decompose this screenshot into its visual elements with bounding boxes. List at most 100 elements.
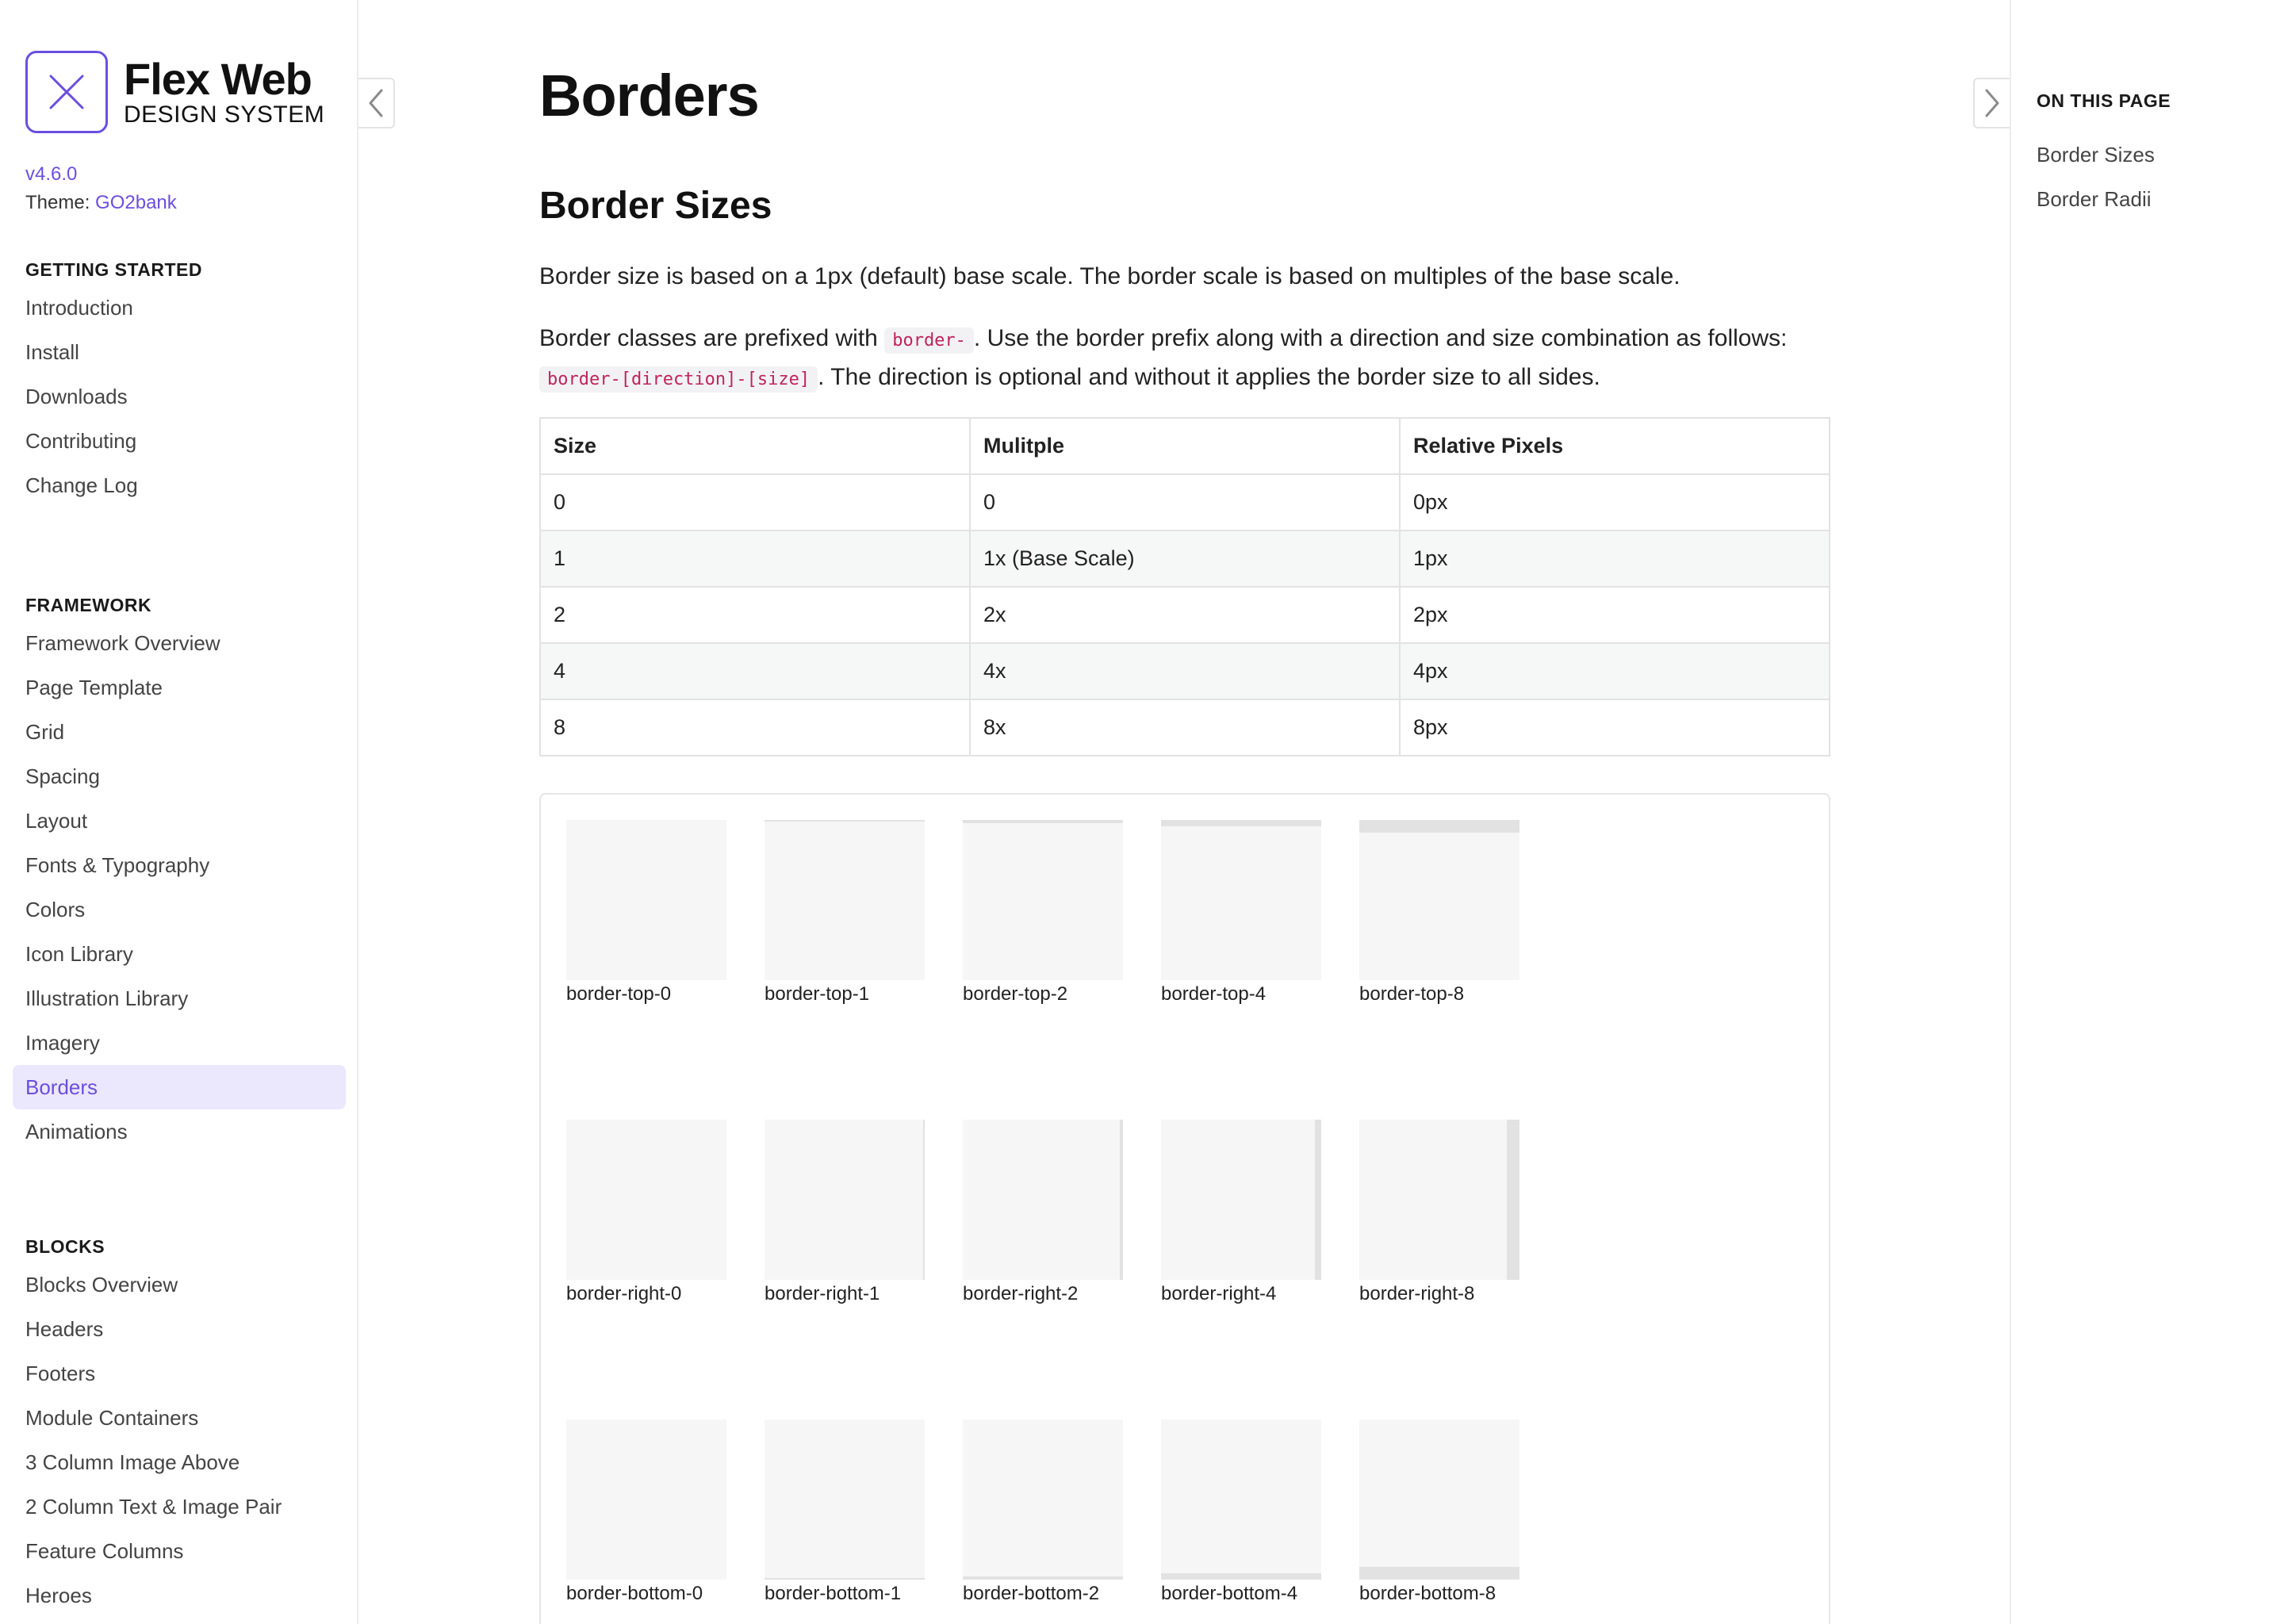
- sidebar-item-heroes[interactable]: Heroes: [13, 1573, 346, 1618]
- swatch-border-bottom-8: border-bottom-8: [1359, 1419, 1519, 1605]
- swatch-label: border-bottom-1: [765, 1583, 902, 1604]
- swatch-label: border-bottom-2: [963, 1583, 1100, 1604]
- prefix-code: border-: [884, 327, 974, 354]
- prefix-text-3: . The direction is optional and without …: [818, 364, 1600, 390]
- table-cell: 4x: [969, 642, 1401, 700]
- next-page-button[interactable]: [1973, 78, 2010, 128]
- swatch-border-bottom-0: border-bottom-0: [566, 1419, 726, 1605]
- chevron-left-icon: [369, 89, 383, 117]
- swatch-label: border-top-2: [963, 983, 1068, 1005]
- swatch-border-right-0: border-right-0: [566, 1120, 726, 1305]
- table-cell: 2x: [969, 586, 1401, 644]
- theme-line: Theme: GO2bank: [25, 192, 177, 214]
- swatch-box: [765, 820, 925, 980]
- table-cell: 2: [539, 586, 971, 644]
- swatch-label: border-bottom-8: [1359, 1583, 1496, 1604]
- table-cell: 1x (Base Scale): [969, 530, 1401, 588]
- swatch-row-top: border-top-0 border-top-1 border-top-2 b…: [566, 820, 1558, 1005]
- swatch-border-bottom-4: border-bottom-4: [1161, 1419, 1321, 1605]
- sidebar-item-footers[interactable]: Footers: [13, 1351, 346, 1396]
- swatch-row-bottom: border-bottom-0 border-bottom-1 border-b…: [566, 1419, 1558, 1605]
- swatch-label: border-right-4: [1161, 1283, 1277, 1304]
- prev-page-button[interactable]: [358, 78, 395, 128]
- pattern-code: border-[direction]-[size]: [539, 366, 818, 393]
- sidebar-item-grid[interactable]: Grid: [13, 710, 346, 754]
- sidebar-item-imagery[interactable]: Imagery: [13, 1021, 346, 1065]
- border-sizes-table: Size Mulitple Relative Pixels 0 0 0px 1 …: [539, 417, 1830, 756]
- swatch-box: [566, 1120, 726, 1280]
- swatch-label: border-bottom-0: [566, 1583, 703, 1604]
- sidebar-item-contributing[interactable]: Contributing: [13, 419, 346, 463]
- swatch-row-right: border-right-0 border-right-1 border-rig…: [566, 1120, 1558, 1305]
- sidebar-item-animations[interactable]: Animations: [13, 1109, 346, 1154]
- swatch-label: border-bottom-4: [1161, 1583, 1298, 1604]
- sidebar-item-fonts-typography[interactable]: Fonts & Typography: [13, 843, 346, 887]
- table-row: 4 4x 4px: [539, 642, 1830, 700]
- sidebar-item-2-column-text-image-pair[interactable]: 2 Column Text & Image Pair: [13, 1484, 346, 1529]
- sidebar-item-3-column-image-above[interactable]: 3 Column Image Above: [13, 1440, 346, 1484]
- sidebar-item-colors[interactable]: Colors: [13, 887, 346, 932]
- swatch-label: border-top-0: [566, 983, 672, 1005]
- table-cell: 8: [539, 699, 971, 756]
- sidebar-item-framework-overview[interactable]: Framework Overview: [13, 621, 346, 665]
- nav-heading-framework: FRAMEWORK: [25, 595, 152, 615]
- column-header-multiple: Mulitple: [969, 417, 1401, 475]
- nav-section-blocks: BLOCKS Blocks Overview Headers Footers M…: [0, 1231, 358, 1618]
- toc-link-border-sizes[interactable]: Border Sizes: [2037, 143, 2155, 167]
- prefix-text-2: . Use the border prefix along with a dir…: [973, 325, 1788, 351]
- table-header-row: Size Mulitple Relative Pixels: [539, 417, 1830, 475]
- swatch-box: [963, 820, 1123, 980]
- sidebar-item-install[interactable]: Install: [13, 330, 346, 374]
- table-cell: 2px: [1399, 586, 1830, 644]
- table-cell: 4px: [1399, 642, 1830, 700]
- nav-section-framework: FRAMEWORK Framework Overview Page Templa…: [0, 589, 358, 1154]
- sidebar-item-icon-library[interactable]: Icon Library: [13, 932, 346, 976]
- swatch-label: border-right-8: [1359, 1283, 1475, 1304]
- brand-title: Flex Web: [124, 54, 312, 104]
- close-x-icon: [25, 51, 108, 133]
- sidebar-item-page-template[interactable]: Page Template: [13, 665, 346, 710]
- brand-subtitle: DESIGN SYSTEM: [124, 102, 325, 128]
- sidebar-item-introduction[interactable]: Introduction: [13, 285, 346, 330]
- on-this-page-heading: ON THIS PAGE: [2037, 90, 2171, 111]
- swatch-box: [963, 1120, 1123, 1280]
- table-cell: 8x: [969, 699, 1401, 756]
- swatch-box: [765, 1419, 925, 1580]
- table-row: 8 8x 8px: [539, 699, 1830, 756]
- nav-section-getting-started: GETTING STARTED Introduction Install Dow…: [0, 254, 358, 508]
- table-row: 1 1x (Base Scale) 1px: [539, 530, 1830, 588]
- swatch-border-top-1: border-top-1: [765, 820, 925, 1005]
- table-cell: 4: [539, 642, 971, 700]
- sidebar-item-module-containers[interactable]: Module Containers: [13, 1396, 346, 1440]
- table-cell: 0: [539, 473, 971, 531]
- swatch-label: border-right-1: [765, 1283, 880, 1304]
- sidebar-item-borders[interactable]: Borders: [13, 1065, 346, 1109]
- page: Flex Web DESIGN SYSTEM v4.6.0 Theme: GO2…: [0, 0, 2284, 1624]
- sidebar-item-headers[interactable]: Headers: [13, 1307, 346, 1351]
- column-header-relative-pixels: Relative Pixels: [1399, 417, 1830, 475]
- sidebar-item-layout[interactable]: Layout: [13, 799, 346, 843]
- sidebar-item-spacing[interactable]: Spacing: [13, 754, 346, 799]
- table-row: 2 2x 2px: [539, 586, 1830, 644]
- swatch-box: [1161, 1419, 1321, 1580]
- swatch-label: border-top-1: [765, 983, 870, 1005]
- sidebar-item-downloads[interactable]: Downloads: [13, 374, 346, 419]
- sidebar-item-feature-columns[interactable]: Feature Columns: [13, 1529, 346, 1573]
- sidebar-item-change-log[interactable]: Change Log: [13, 463, 346, 508]
- version-label: v4.6.0: [25, 163, 78, 185]
- table-cell: 0: [969, 473, 1401, 531]
- swatch-box: [963, 1419, 1123, 1580]
- swatch-box: [1359, 1419, 1519, 1580]
- sidebar: Flex Web DESIGN SYSTEM v4.6.0 Theme: GO2…: [0, 0, 358, 1624]
- swatch-border-right-8: border-right-8: [1359, 1120, 1519, 1305]
- theme-link[interactable]: GO2bank: [95, 192, 177, 213]
- brand-logo[interactable]: Flex Web DESIGN SYSTEM: [25, 51, 324, 133]
- sidebar-item-blocks-overview[interactable]: Blocks Overview: [13, 1262, 346, 1307]
- swatch-box: [566, 820, 726, 980]
- sidebar-item-illustration-library[interactable]: Illustration Library: [13, 976, 346, 1021]
- nav-heading-blocks: BLOCKS: [25, 1236, 105, 1257]
- swatch-box: [1359, 1120, 1519, 1280]
- swatch-label: border-right-2: [963, 1283, 1079, 1304]
- table-cell: 1px: [1399, 530, 1830, 588]
- toc-link-border-radii[interactable]: Border Radii: [2037, 187, 2152, 212]
